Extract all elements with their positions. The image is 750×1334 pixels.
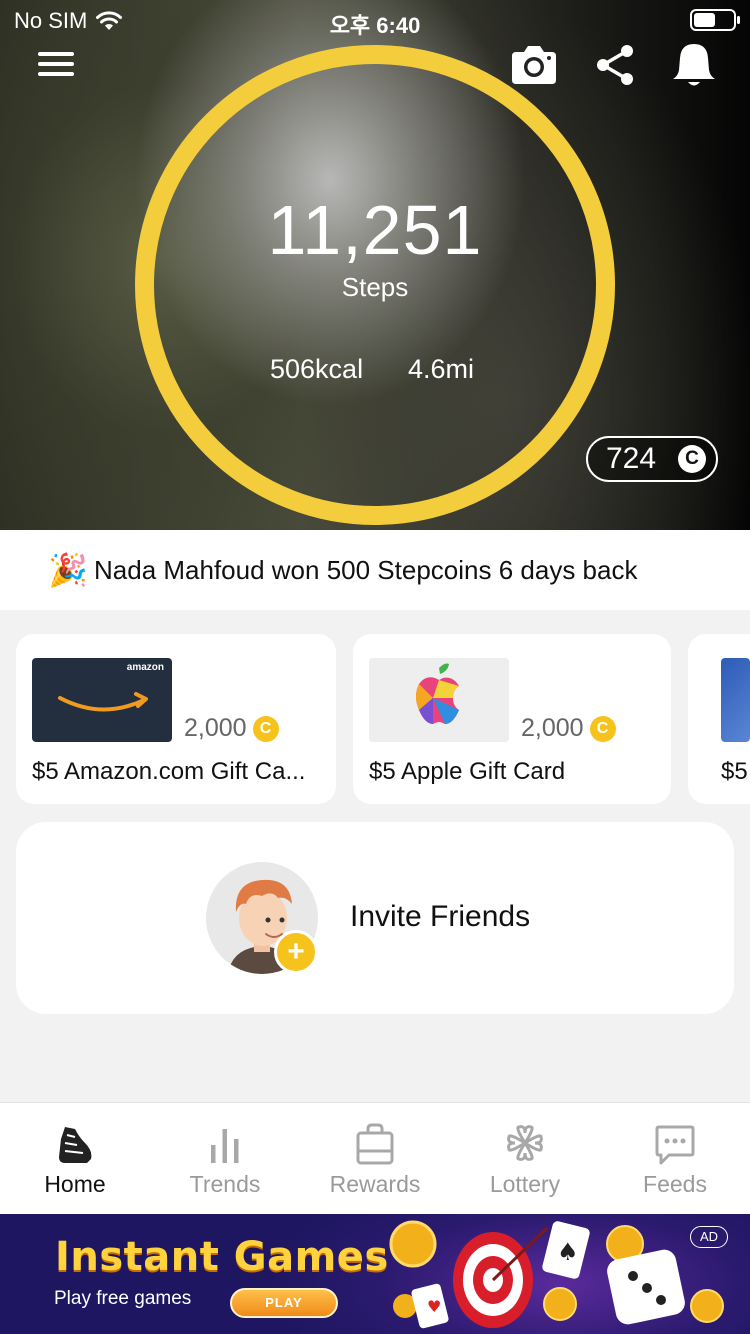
ad-subtitle: Play free games: [54, 1288, 192, 1309]
stepcoin-icon: C: [252, 715, 279, 742]
stepcoin-icon: C: [678, 445, 706, 473]
sneaker-icon: [59, 1127, 92, 1163]
tab-rewards[interactable]: Rewards: [300, 1103, 450, 1215]
invite-friends-label: Invite Friends: [350, 900, 531, 933]
reward-price: 2,000 C: [521, 714, 616, 743]
tab-home[interactable]: Home: [0, 1103, 150, 1215]
battery-fill: [694, 13, 715, 27]
reward-price-value: 2,000: [184, 714, 247, 742]
add-friend-icon: +: [274, 930, 318, 974]
clover-icon: [507, 1125, 543, 1161]
spade-card-icon: ♠: [542, 1221, 590, 1279]
tab-trends[interactable]: Trends: [150, 1103, 300, 1215]
tab-label: Lottery: [489, 1171, 561, 1197]
reward-title: $5 Apple Gift Card: [369, 758, 566, 785]
tab-feeds[interactable]: Feeds: [600, 1103, 750, 1215]
reward-card-amazon[interactable]: amazon 2,000 C $5 Amazon.com Gift Ca...: [16, 634, 336, 804]
bell-icon[interactable]: [668, 40, 720, 90]
invite-friends-card[interactable]: + Invite Friends: [16, 822, 734, 1014]
bar-chart-icon: [211, 1129, 239, 1163]
reward-card-partial[interactable]: $5: [688, 634, 750, 804]
tab-label: Trends: [189, 1171, 261, 1197]
ad-banner[interactable]: Instant Games Play free games PLAY ♥ ♠ A…: [0, 1214, 750, 1334]
status-bar: No SIM 오후 6:40: [0, 0, 750, 40]
amazon-smile-icon: [58, 692, 148, 712]
reward-title: $5: [721, 758, 748, 785]
step-count-label: Steps: [341, 272, 409, 302]
tab-label: Home: [44, 1171, 106, 1197]
svg-text:♠: ♠: [557, 1238, 579, 1266]
amazon-gift-card-image: amazon: [32, 658, 172, 742]
share-icon[interactable]: [590, 40, 642, 90]
step-hero: No SIM 오후 6:40 11,251 Steps 506kcal 4.6m…: [0, 0, 750, 530]
bottom-tab-bar: Home Trends Rewards Lottery Feeds: [0, 1102, 750, 1214]
reward-card-image: [721, 658, 750, 742]
clock: 오후 6:40: [329, 13, 421, 38]
tab-lottery[interactable]: Lottery: [450, 1103, 600, 1215]
reward-card-apple[interactable]: 2,000 C $5 Apple Gift Card: [353, 634, 671, 804]
reward-title: $5 Amazon.com Gift Ca...: [32, 758, 306, 785]
reward-price-value: 2,000: [521, 714, 584, 742]
calories-value: 506kcal: [270, 354, 364, 384]
camera-icon[interactable]: [508, 40, 560, 90]
winner-ticker[interactable]: 🎉 Nada Mahfoud won 500 Stepcoins 6 days …: [0, 530, 750, 610]
ad-play-button[interactable]: PLAY: [230, 1288, 338, 1318]
tab-label: Feeds: [643, 1171, 707, 1197]
step-count: 11,251: [267, 191, 483, 269]
ticker-message: Nada Mahfoud won 500 Stepcoins 6 days ba…: [94, 554, 638, 585]
shopping-bag-icon: [356, 1123, 394, 1165]
playing-card-icon: ♥: [411, 1283, 449, 1329]
battery-icon: [690, 9, 740, 31]
ad-headline: Instant Games: [55, 1234, 389, 1280]
distance-value: 4.6mi: [408, 354, 475, 384]
apple-gift-card-image: [369, 658, 509, 742]
svg-text:♥: ♥: [427, 1297, 441, 1316]
stepcoin-icon: C: [589, 715, 616, 742]
apple-logo-icon: [416, 663, 459, 724]
tab-label: Rewards: [329, 1171, 421, 1197]
party-popper-icon: 🎉: [48, 552, 88, 588]
target-icon: [453, 1226, 549, 1328]
ad-badge: AD: [690, 1226, 728, 1248]
reward-price: 2,000 C: [184, 714, 279, 743]
coin-balance: 724: [606, 442, 657, 475]
coin-balance-button[interactable]: 724 C: [586, 436, 718, 482]
chat-bubble-icon: [655, 1125, 695, 1165]
hamburger-menu-icon[interactable]: [38, 50, 74, 78]
